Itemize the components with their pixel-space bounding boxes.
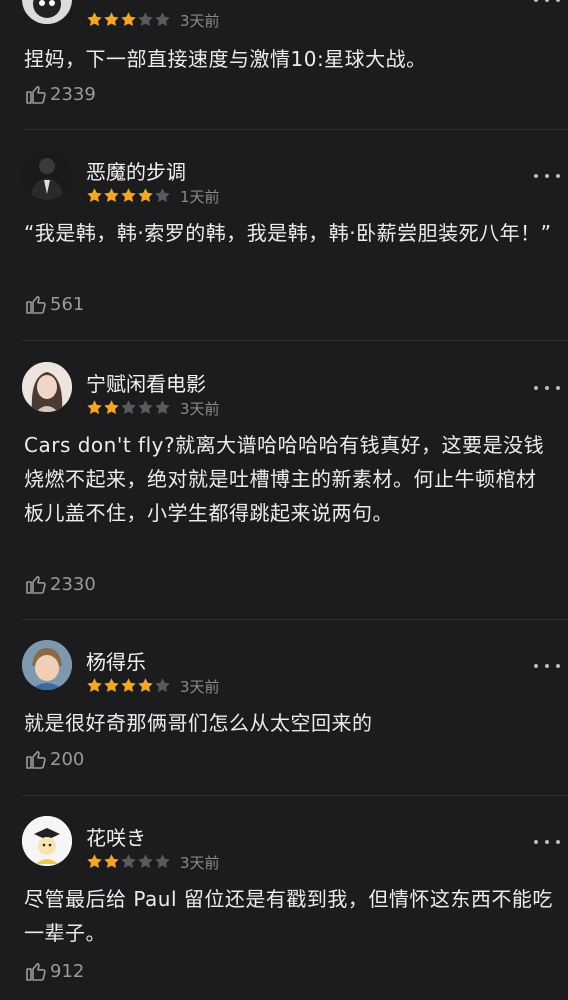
star-filled-icon xyxy=(121,12,136,26)
star-empty-icon xyxy=(138,12,153,26)
like-button[interactable]: 2339 xyxy=(24,81,96,107)
comment-text: 尽管最后给 Paul 留位还是有戳到我，但情怀这东西不能吃一辈子。 xyxy=(24,887,553,945)
more-options-icon[interactable] xyxy=(534,171,560,181)
timestamp: 3天前 xyxy=(180,400,220,418)
like-count: 2339 xyxy=(50,83,96,105)
star-filled-icon xyxy=(138,678,153,692)
dark-avatar-icon[interactable] xyxy=(22,0,72,24)
like-count: 200 xyxy=(50,748,85,770)
username[interactable]: 恶魔的步调 xyxy=(86,156,186,185)
star-empty-icon xyxy=(121,854,136,868)
thumbs-up-icon xyxy=(26,576,46,594)
thumbs-up-icon xyxy=(26,296,46,314)
thumbs-up-icon xyxy=(26,86,46,104)
star-filled-icon xyxy=(87,854,102,868)
star-filled-icon xyxy=(104,400,119,414)
divider xyxy=(22,340,568,341)
divider xyxy=(22,795,568,796)
timestamp: 3天前 xyxy=(180,854,220,872)
rating-stars xyxy=(86,399,171,417)
star-empty-icon xyxy=(121,400,136,414)
star-filled-icon xyxy=(87,188,102,202)
star-filled-icon xyxy=(121,678,136,692)
rating-stars xyxy=(86,11,171,29)
username[interactable]: 宁赋闲看电影 xyxy=(86,368,206,397)
star-empty-icon xyxy=(138,854,153,868)
star-filled-icon xyxy=(87,678,102,692)
child-avatar-icon[interactable] xyxy=(22,640,72,690)
star-filled-icon xyxy=(121,188,136,202)
thumbs-up-icon xyxy=(26,963,46,981)
more-options-icon[interactable] xyxy=(534,661,560,671)
timestamp: 3天前 xyxy=(180,12,220,30)
like-button[interactable]: 561 xyxy=(24,291,84,317)
more-options-icon[interactable] xyxy=(534,383,560,393)
like-count: 561 xyxy=(50,293,85,315)
like-button[interactable]: 2330 xyxy=(24,571,96,597)
username[interactable]: 杨得乐 xyxy=(86,646,146,675)
girl-avatar-icon[interactable] xyxy=(22,362,72,412)
comment-text: Cars don't fly?就离大谱哈哈哈哈有钱真好，这要是没钱烧燃不起来，绝… xyxy=(24,433,545,525)
like-count: 912 xyxy=(50,960,85,982)
star-empty-icon xyxy=(138,400,153,414)
star-filled-icon xyxy=(104,12,119,26)
like-count: 2330 xyxy=(50,573,96,595)
like-button[interactable]: 912 xyxy=(24,958,84,984)
rating-stars xyxy=(86,677,171,695)
cartoon-avatar-icon[interactable] xyxy=(22,816,72,866)
timestamp: 3天前 xyxy=(180,678,220,696)
rating-stars xyxy=(86,853,171,871)
divider xyxy=(22,619,568,620)
timestamp: 1天前 xyxy=(180,188,220,206)
star-empty-icon xyxy=(155,12,170,26)
star-filled-icon xyxy=(104,678,119,692)
star-filled-icon xyxy=(104,854,119,868)
star-filled-icon xyxy=(87,400,102,414)
more-options-icon[interactable] xyxy=(534,0,560,5)
suit-man-avatar-icon[interactable] xyxy=(22,150,72,200)
divider xyxy=(22,129,568,130)
thumbs-up-icon xyxy=(26,751,46,769)
rating-stars xyxy=(86,187,171,205)
comment-feed: 3天前 捏妈，下一部直接速度与激情10:星球大战。 2339 恶魔的步调 1天前… xyxy=(0,0,568,1000)
star-filled-icon xyxy=(104,188,119,202)
like-button[interactable]: 200 xyxy=(24,746,84,772)
comment-text: “我是韩，韩·索罗的韩，我是韩，韩·卧薪尝胆装死八年！” xyxy=(24,221,552,245)
comment-text: 捏妈，下一部直接速度与激情10:星球大战。 xyxy=(24,47,427,71)
star-empty-icon xyxy=(155,854,170,868)
star-empty-icon xyxy=(155,678,170,692)
star-empty-icon xyxy=(155,400,170,414)
star-filled-icon xyxy=(87,12,102,26)
more-options-icon[interactable] xyxy=(534,837,560,847)
star-filled-icon xyxy=(138,188,153,202)
username[interactable]: 花咲き xyxy=(86,822,146,851)
comment-text: 就是很好奇那俩哥们怎么从太空回来的 xyxy=(24,711,373,735)
star-empty-icon xyxy=(155,188,170,202)
